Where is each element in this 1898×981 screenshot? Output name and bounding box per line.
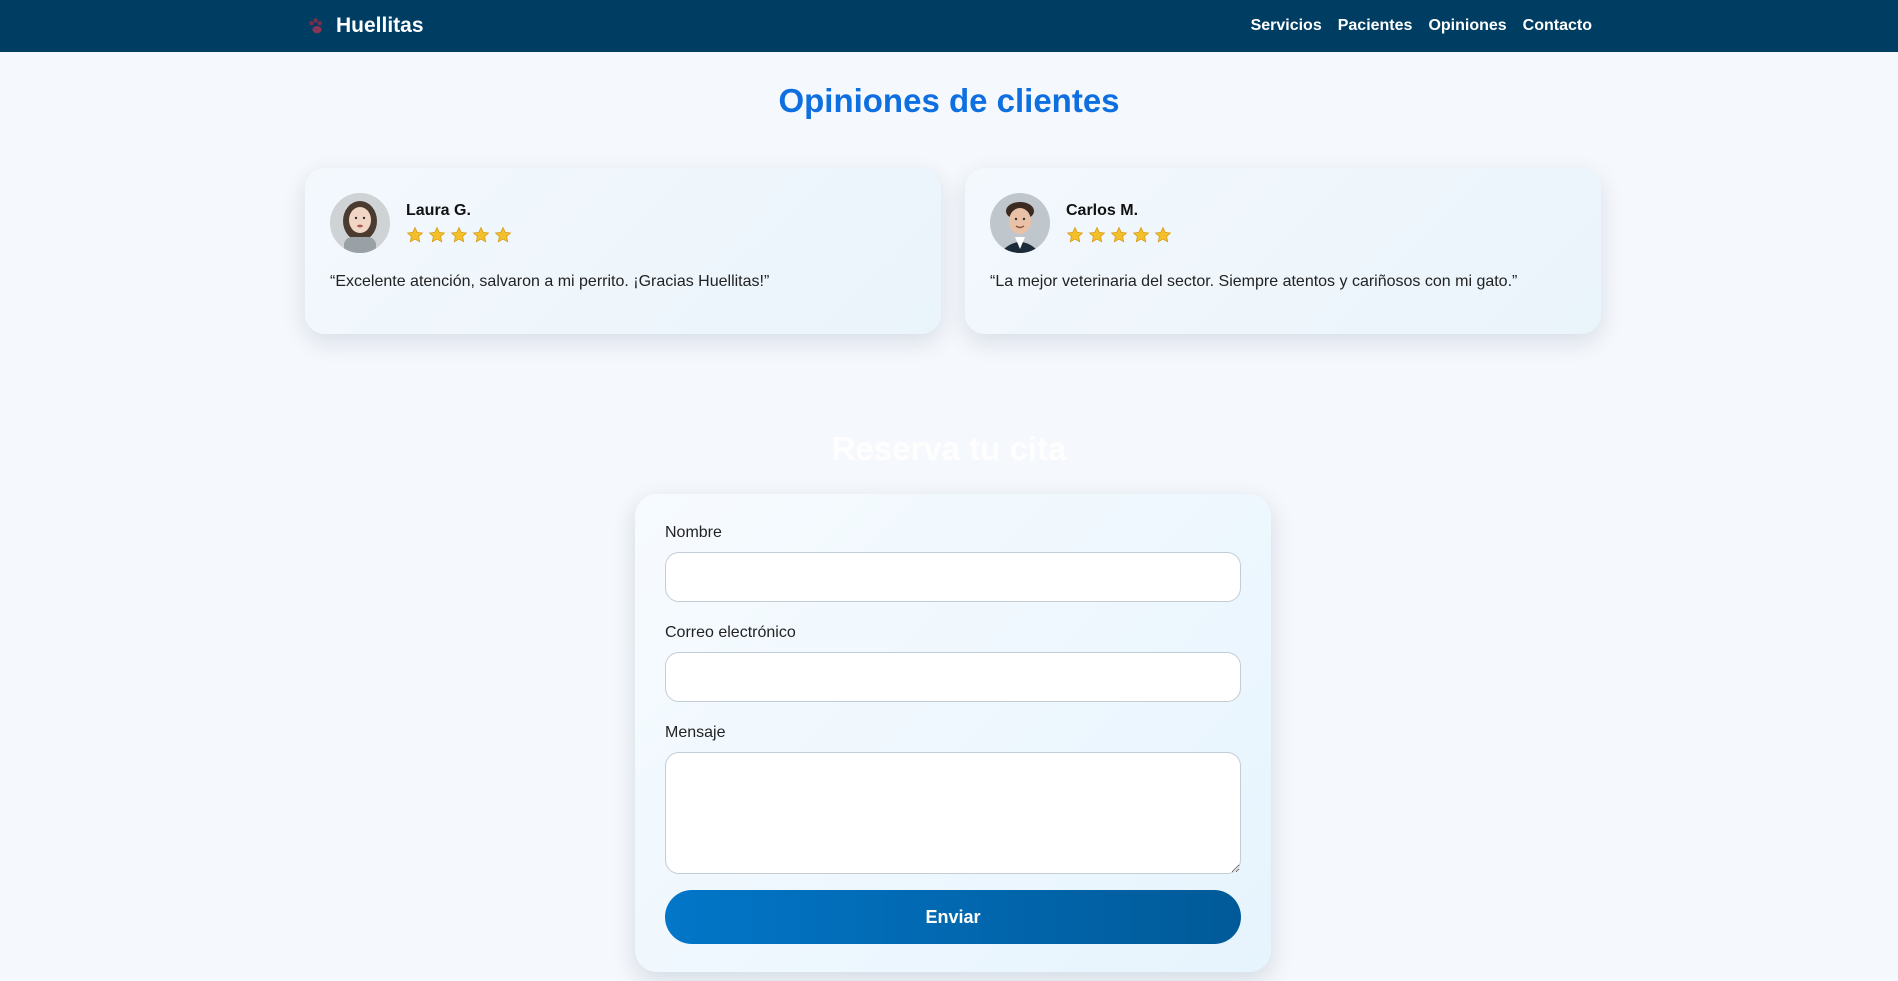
name-input[interactable] <box>665 552 1241 602</box>
star-icon <box>1088 226 1106 243</box>
star-icon <box>428 226 446 243</box>
star-icon <box>472 226 490 243</box>
email-label: Correo electrónico <box>665 624 796 641</box>
star-icon <box>450 226 468 243</box>
reviews-title: Opiniones de clientes <box>778 82 1120 119</box>
review-author: Carlos M. <box>1066 202 1139 219</box>
review-card: Laura G. “Excelente atención, salvaron a… <box>305 168 941 334</box>
message-textarea[interactable] <box>665 752 1241 874</box>
star-rating <box>1066 226 1172 244</box>
main-nav: Servicios Pacientes Opiniones Contacto <box>1251 0 1592 52</box>
submit-button[interactable]: Enviar <box>665 890 1241 944</box>
nav-link-opiniones[interactable]: Opiniones <box>1428 17 1506 35</box>
avatar <box>330 193 390 253</box>
booking-form: Nombre Correo electrónico Mensaje Enviar <box>635 494 1271 972</box>
star-icon <box>1066 226 1084 243</box>
booking-title: Reserva tu cita <box>831 430 1067 467</box>
star-icon <box>1110 226 1128 243</box>
review-author: Laura G. <box>406 202 471 219</box>
message-label: Mensaje <box>665 724 726 741</box>
star-icon <box>1154 226 1172 243</box>
star-rating <box>406 226 512 244</box>
email-input[interactable] <box>665 652 1241 702</box>
name-label: Nombre <box>665 524 722 541</box>
brand-name: Huellitas <box>336 14 424 37</box>
star-icon <box>406 226 424 243</box>
review-card: Carlos M. “La mejor veterinaria del sect… <box>965 168 1601 334</box>
nav-link-contacto[interactable]: Contacto <box>1523 17 1592 35</box>
star-icon <box>494 226 512 243</box>
brand-logo[interactable]: Huellitas <box>306 0 424 52</box>
top-navbar: Huellitas Servicios Pacientes Opiniones … <box>0 0 1898 52</box>
avatar <box>990 193 1050 253</box>
nav-link-servicios[interactable]: Servicios <box>1251 17 1322 35</box>
star-icon <box>1132 226 1150 243</box>
review-text: “La mejor veterinaria del sector. Siempr… <box>990 273 1518 290</box>
review-text: “Excelente atención, salvaron a mi perri… <box>330 273 770 290</box>
paw-icon <box>309 18 322 34</box>
nav-link-pacientes[interactable]: Pacientes <box>1338 17 1413 35</box>
